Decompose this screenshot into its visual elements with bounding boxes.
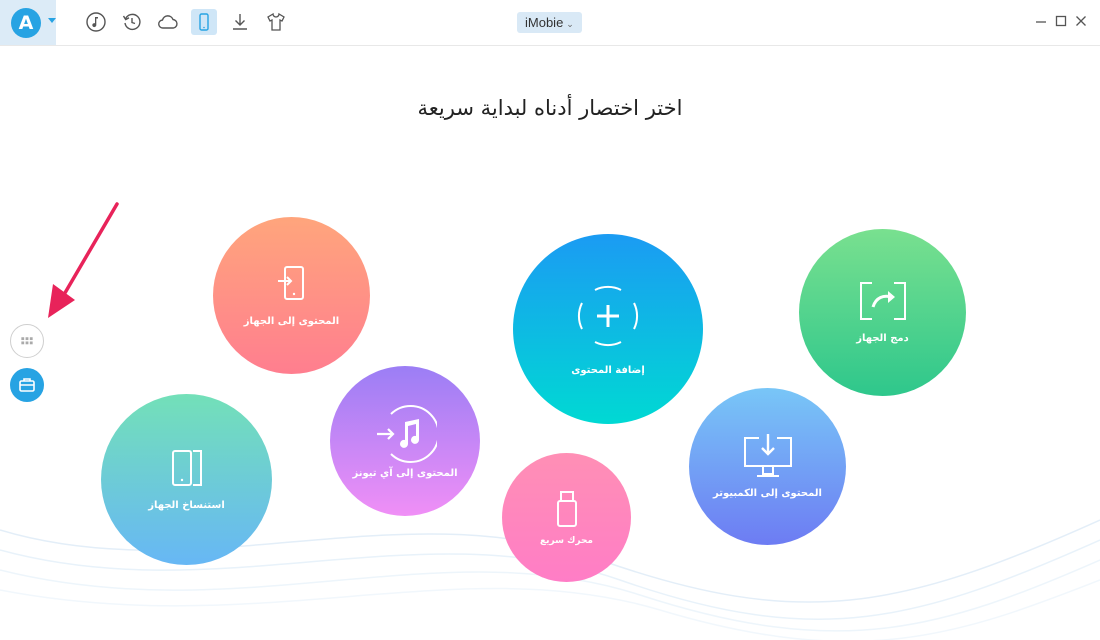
shortcut-add-content[interactable]: إضافة المحتوى bbox=[513, 234, 703, 424]
toolbox-icon bbox=[19, 378, 35, 392]
title-bar: A iMobie ⌄ bbox=[0, 0, 1100, 46]
annotation-arrow-icon bbox=[48, 202, 119, 318]
usb-drive-icon bbox=[555, 490, 579, 528]
grid-icon bbox=[21, 337, 33, 345]
close-button[interactable] bbox=[1074, 14, 1088, 28]
shortcut-label: محرك سريع bbox=[539, 535, 593, 546]
clone-device-icon bbox=[169, 448, 205, 488]
phone-icon[interactable] bbox=[191, 9, 217, 35]
tshirt-icon[interactable] bbox=[263, 9, 289, 35]
grid-view-button[interactable] bbox=[10, 324, 44, 358]
shortcut-content-to-device[interactable]: المحتوى إلى الجهاز bbox=[213, 217, 370, 374]
device-selector[interactable]: iMobie ⌄ bbox=[517, 12, 582, 33]
shortcut-label: المحتوى إلى الجهاز bbox=[243, 316, 340, 327]
itunes-icon bbox=[373, 404, 437, 464]
shortcut-content-to-computer[interactable]: المحتوى إلى الكمبيوتر bbox=[689, 388, 846, 545]
shortcut-label: المحتوى إلى الكمبيوتر bbox=[713, 488, 822, 499]
cloud-icon[interactable] bbox=[155, 9, 181, 35]
shortcut-label: إضافة المحتوى bbox=[571, 364, 645, 376]
shortcut-merge-device[interactable]: دمج الجهاز bbox=[799, 229, 966, 396]
restore-icon[interactable] bbox=[119, 9, 145, 35]
toolkit-button[interactable] bbox=[10, 368, 44, 402]
download-icon[interactable] bbox=[227, 9, 253, 35]
phone-import-icon bbox=[275, 264, 309, 304]
shortcut-content-to-itunes[interactable]: المحتوى إلى آي تيونز bbox=[330, 366, 480, 516]
chevron-down-icon: ⌄ bbox=[566, 19, 574, 29]
merge-device-icon bbox=[858, 281, 908, 321]
app-menu-button[interactable]: A bbox=[0, 0, 56, 45]
shortcut-flash-drive[interactable]: محرك سريع bbox=[502, 453, 631, 582]
add-icon bbox=[575, 283, 641, 349]
menu-dropdown-icon bbox=[48, 18, 56, 23]
computer-export-icon bbox=[741, 434, 795, 480]
shortcut-clone-device[interactable]: استنساخ الجهاز bbox=[101, 394, 272, 565]
music-icon[interactable] bbox=[83, 9, 109, 35]
page-title: اختر اختصار أدناه لبداية سريعة bbox=[417, 96, 683, 120]
maximize-button[interactable] bbox=[1054, 14, 1068, 28]
shortcut-label: استنساخ الجهاز bbox=[148, 500, 225, 511]
shortcut-label: دمج الجهاز bbox=[856, 333, 909, 344]
device-name: iMobie bbox=[525, 15, 564, 30]
shortcut-label: المحتوى إلى آي تيونز bbox=[352, 467, 458, 479]
minimize-button[interactable] bbox=[1034, 14, 1048, 28]
app-logo-icon: A bbox=[11, 8, 41, 38]
